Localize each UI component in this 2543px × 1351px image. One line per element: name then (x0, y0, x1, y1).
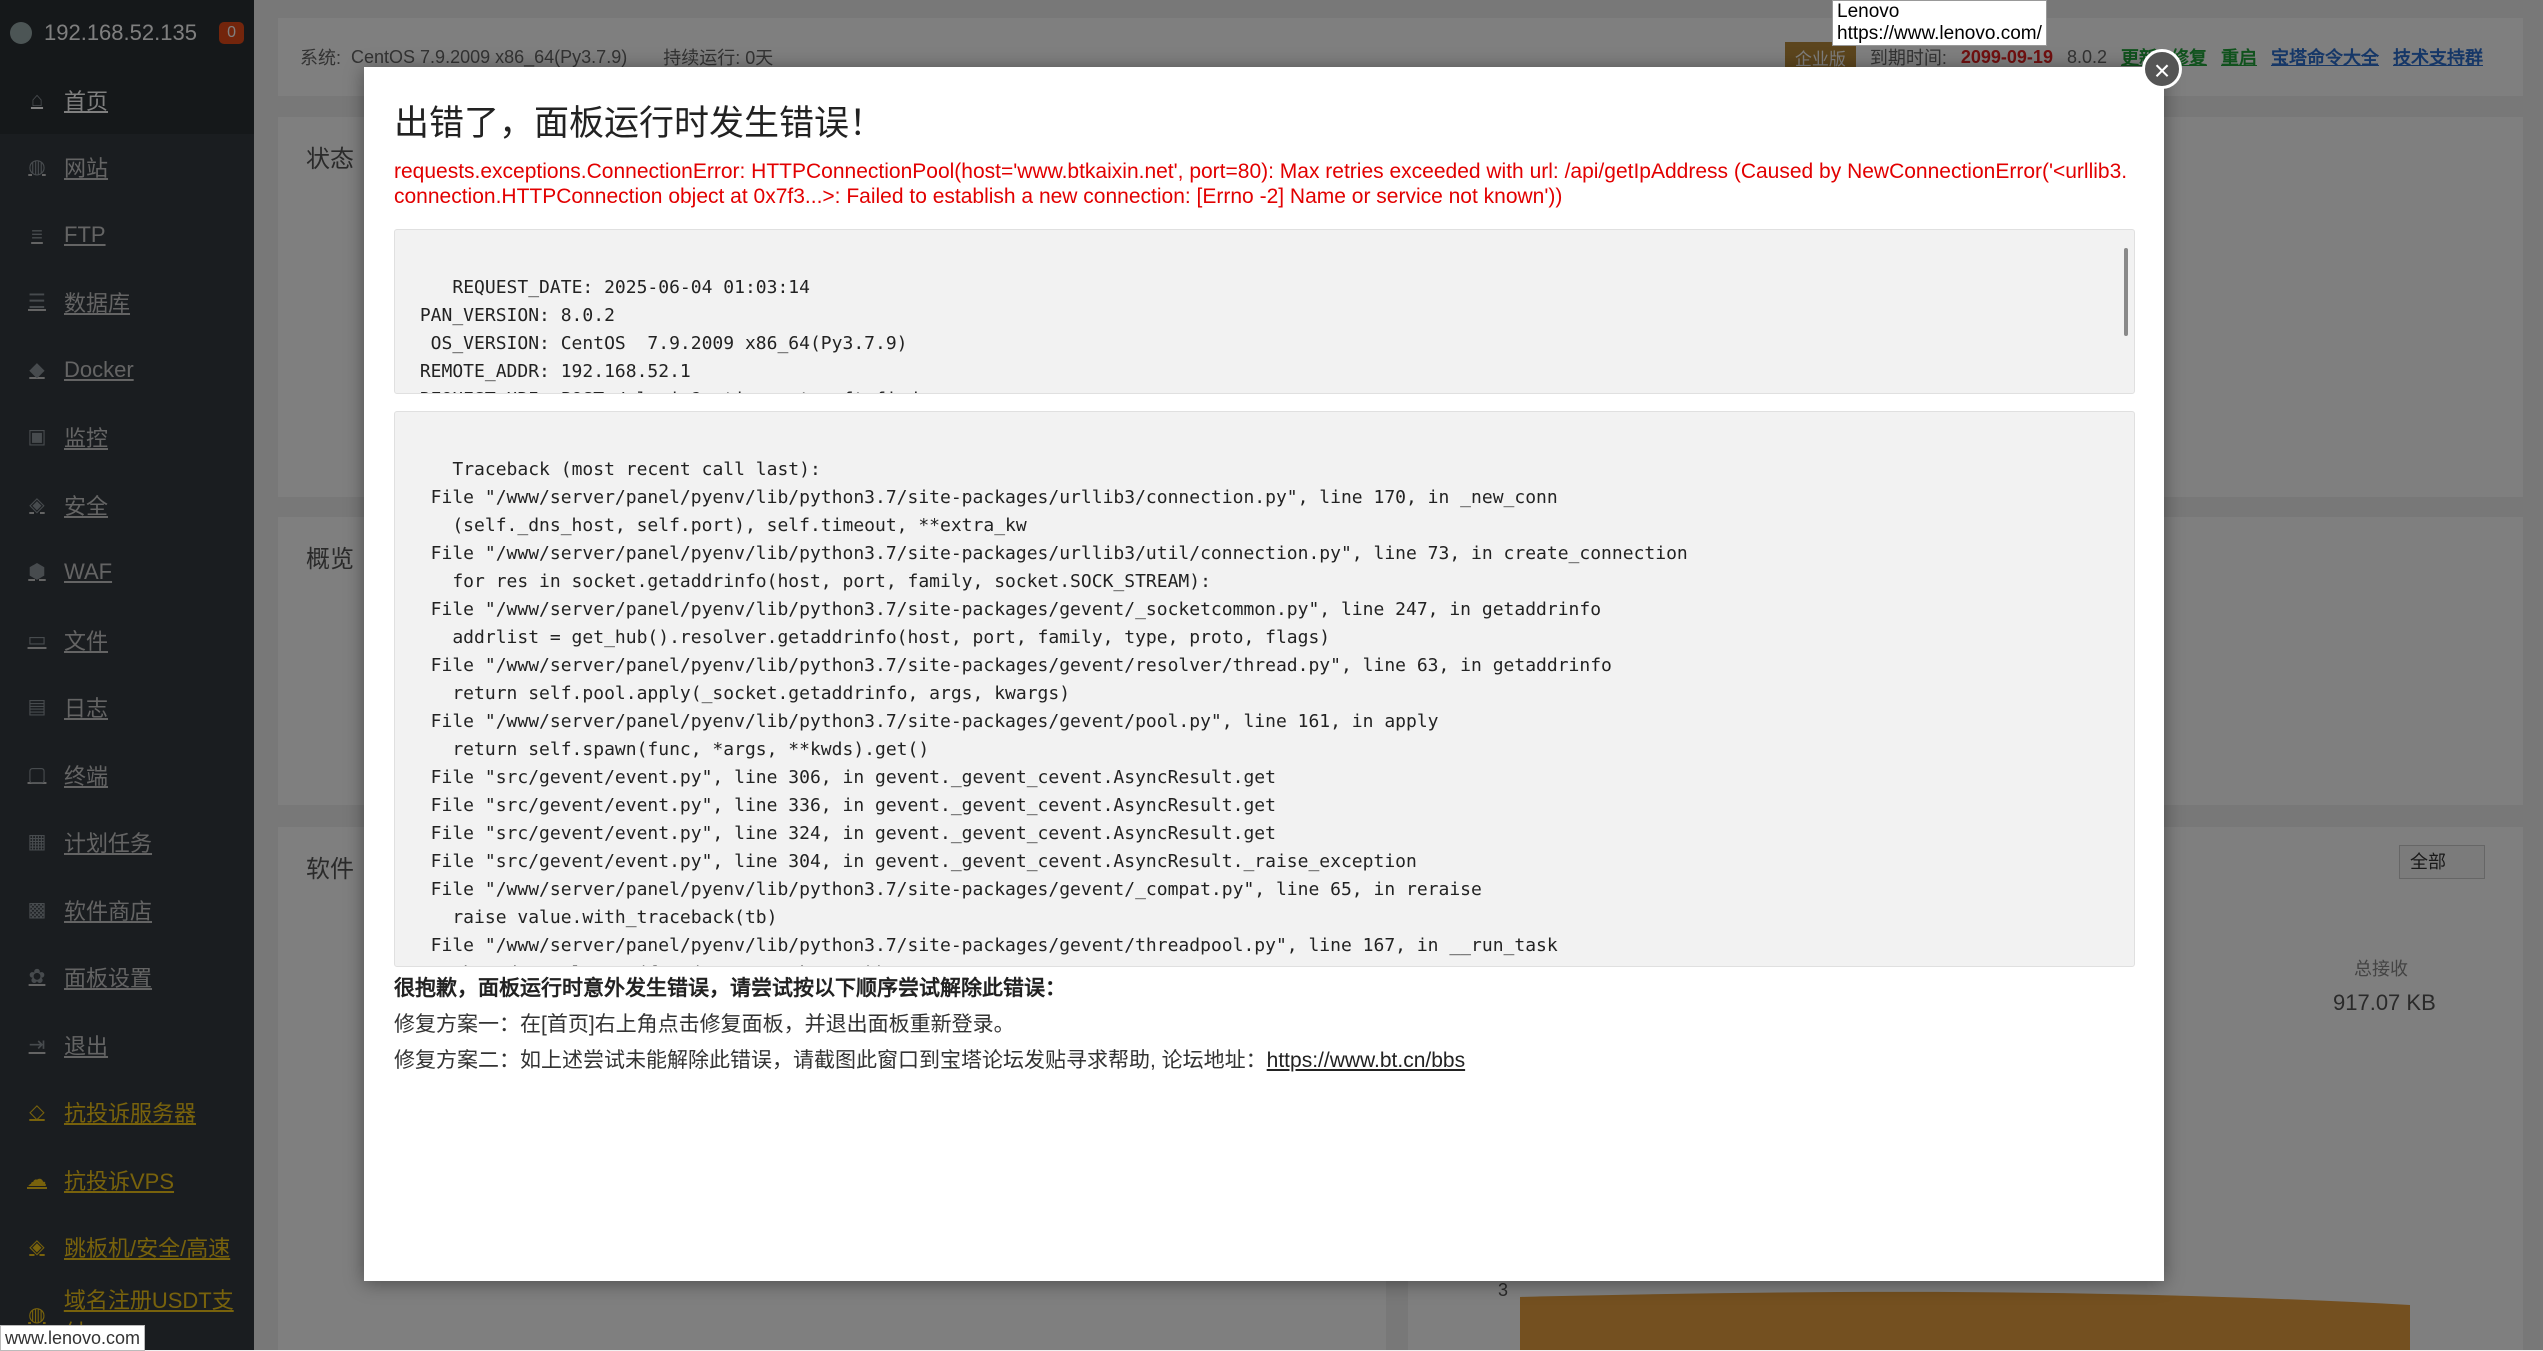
browser-status-url: www.lenovo.com (0, 1325, 146, 1351)
fix-option-1: 修复方案一：在[首页]右上角点击修复面板，并退出面板重新登录。 (394, 1013, 1015, 1036)
forum-link[interactable]: https://www.bt.cn/bbs (1267, 1049, 1465, 1072)
close-dialog-button[interactable]: × (2142, 49, 2182, 89)
help-title: 很抱歉，面板运行时意外发生错误，请尝试按以下顺序尝试解除此错误： (394, 977, 1066, 1000)
link-tooltip: Lenovo https://www.lenovo.com/ (1832, 0, 2047, 46)
dialog-title: 出错了，面板运行时发生错误！ (394, 104, 885, 143)
close-icon: × (2153, 55, 2171, 86)
help-section: 很抱歉，面板运行时意外发生错误，请尝试按以下顺序尝试解除此错误： 修复方案一：在… (394, 971, 1465, 1079)
tooltip-title: Lenovo (1837, 1, 1900, 22)
traceback-box[interactable]: Traceback (most recent call last): File … (394, 411, 2135, 967)
request-info-text: REQUEST_DATE: 2025-06-04 01:03:14 PAN_VE… (419, 277, 919, 393)
fix-option-2: 修复方案二：如上述尝试未能解除此错误，请截图此窗口到宝塔论坛发贴寻求帮助, 论坛… (394, 1043, 1465, 1079)
request-info-scrollbar[interactable] (2124, 248, 2128, 336)
error-dialog: 出错了，面板运行时发生错误！ requests.exceptions.Conne… (364, 67, 2164, 1281)
request-info-box[interactable]: REQUEST_DATE: 2025-06-04 01:03:14 PAN_VE… (394, 229, 2135, 394)
traceback-text: Traceback (most recent call last): File … (430, 459, 1688, 966)
fix-option-2-text: 修复方案二：如上述尝试未能解除此错误，请截图此窗口到宝塔论坛发贴寻求帮助, 论坛… (394, 1049, 1267, 1072)
error-message: requests.exceptions.ConnectionError: HTT… (394, 160, 2128, 208)
tooltip-url: https://www.lenovo.com/ (1837, 23, 2042, 44)
